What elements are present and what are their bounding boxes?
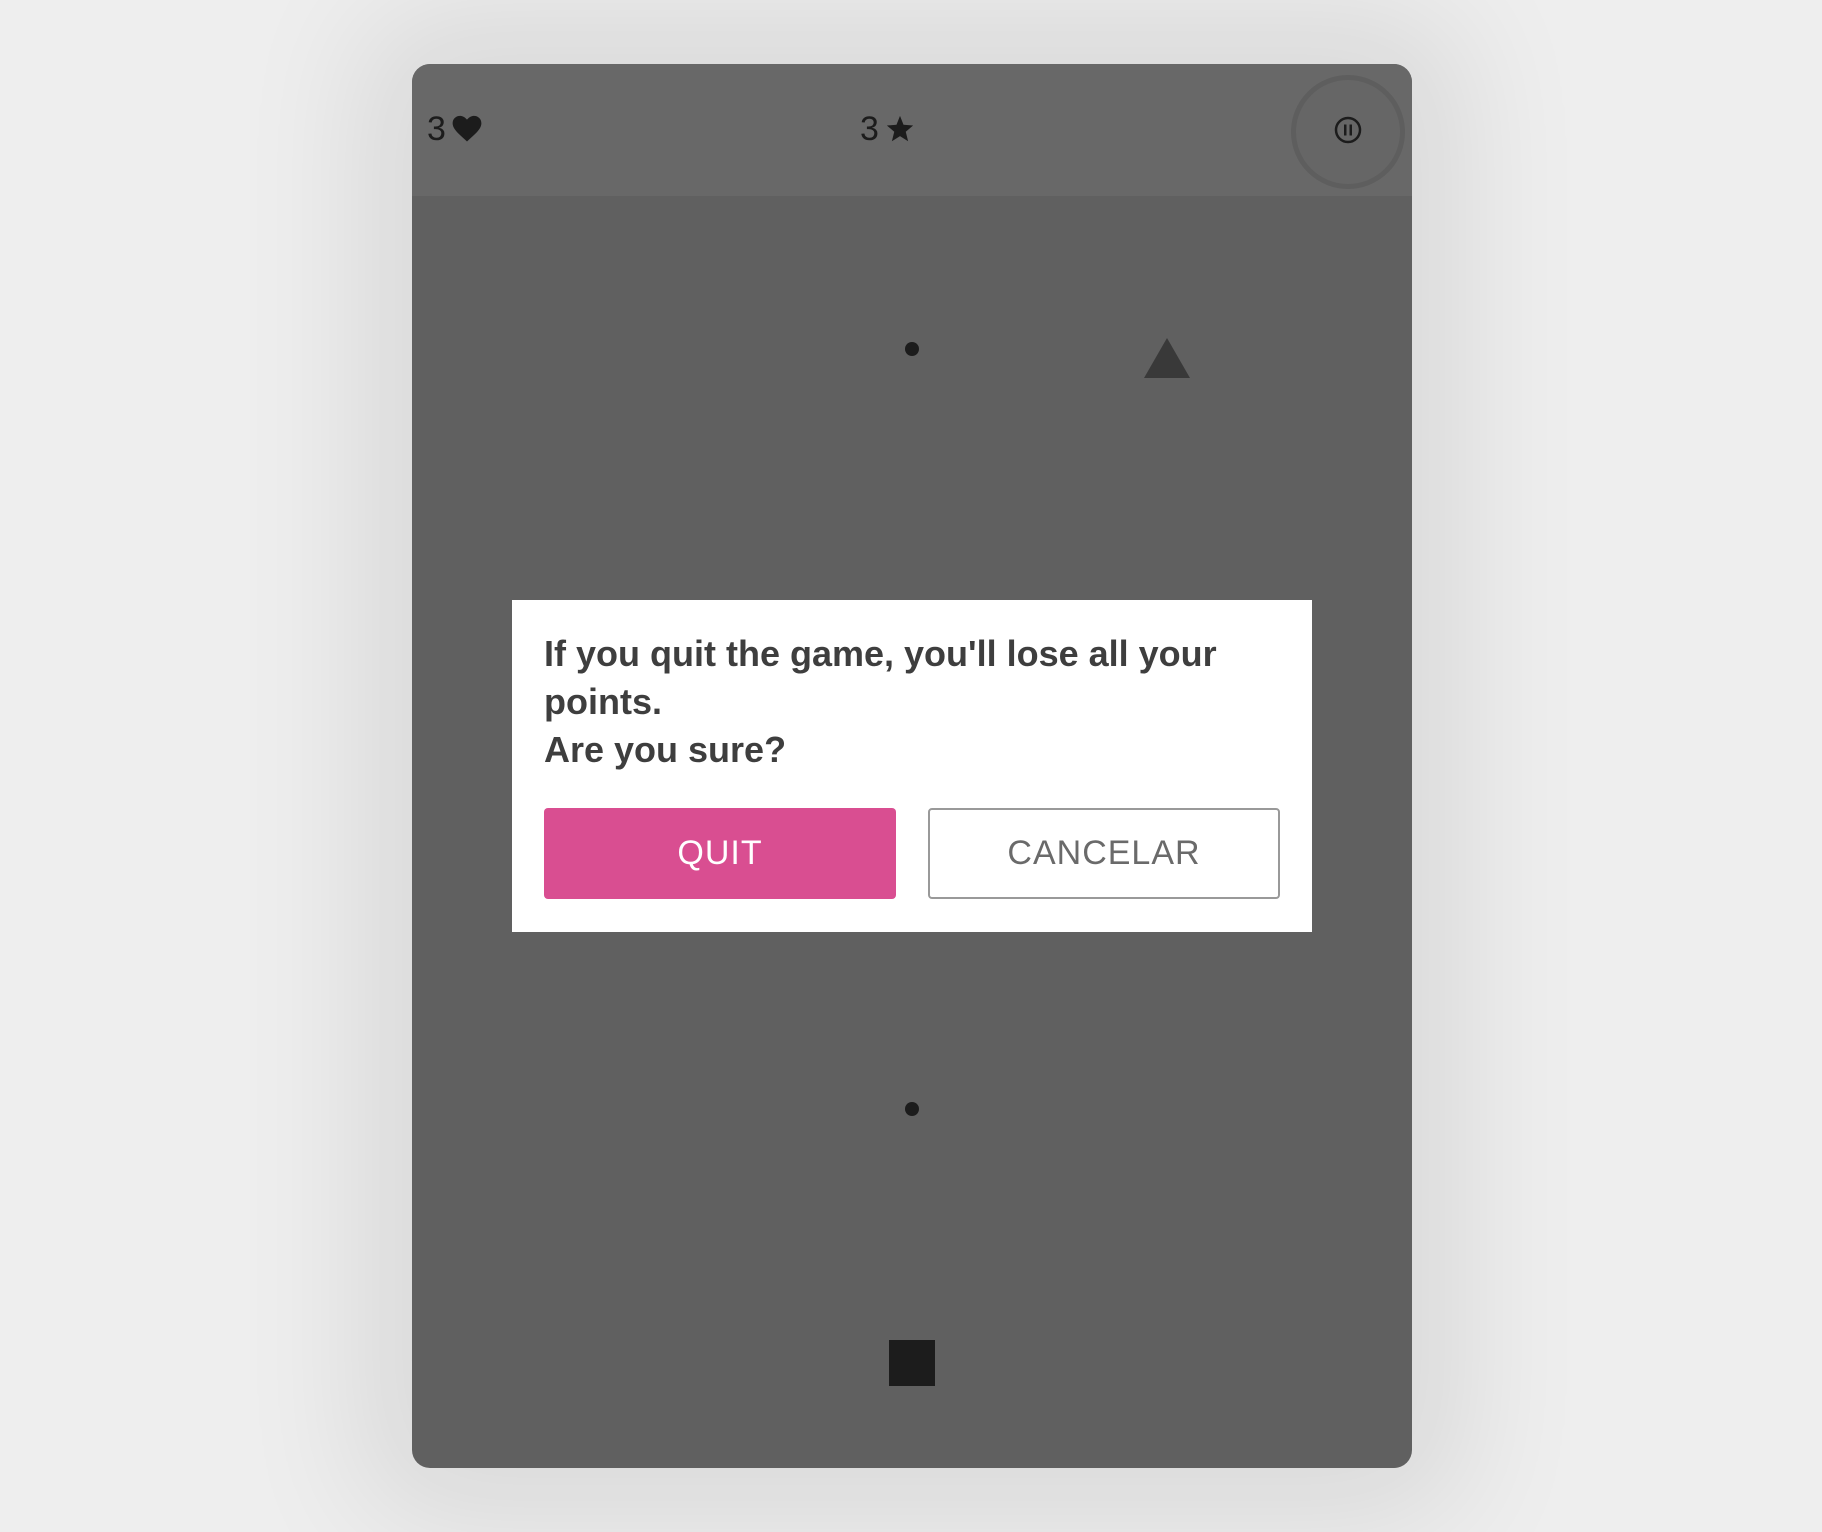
cancel-button[interactable]: CANCELAR <box>928 808 1280 899</box>
stars-counter: 3 <box>860 107 915 151</box>
stars-count: 3 <box>860 110 879 148</box>
dialog-warning-text: If you quit the game, you'll lose all yo… <box>544 633 1217 722</box>
square-shape <box>889 1340 935 1386</box>
hud-bar: 3 3 <box>412 64 1412 196</box>
dialog-question-text: Are you sure? <box>544 729 787 770</box>
triangle-shape <box>1144 338 1190 378</box>
pause-button[interactable] <box>1291 75 1405 189</box>
dot-shape <box>905 342 919 356</box>
lives-counter: 3 <box>427 107 482 151</box>
star-icon <box>885 114 915 144</box>
dot-shape <box>905 1102 919 1116</box>
quit-button[interactable]: QUIT <box>544 808 896 899</box>
dialog-message: If you quit the game, you'll lose all yo… <box>544 630 1284 774</box>
quit-confirm-dialog: If you quit the game, you'll lose all yo… <box>512 600 1312 932</box>
heart-icon <box>452 115 482 143</box>
pause-icon <box>1333 115 1363 150</box>
lives-count: 3 <box>427 110 446 148</box>
